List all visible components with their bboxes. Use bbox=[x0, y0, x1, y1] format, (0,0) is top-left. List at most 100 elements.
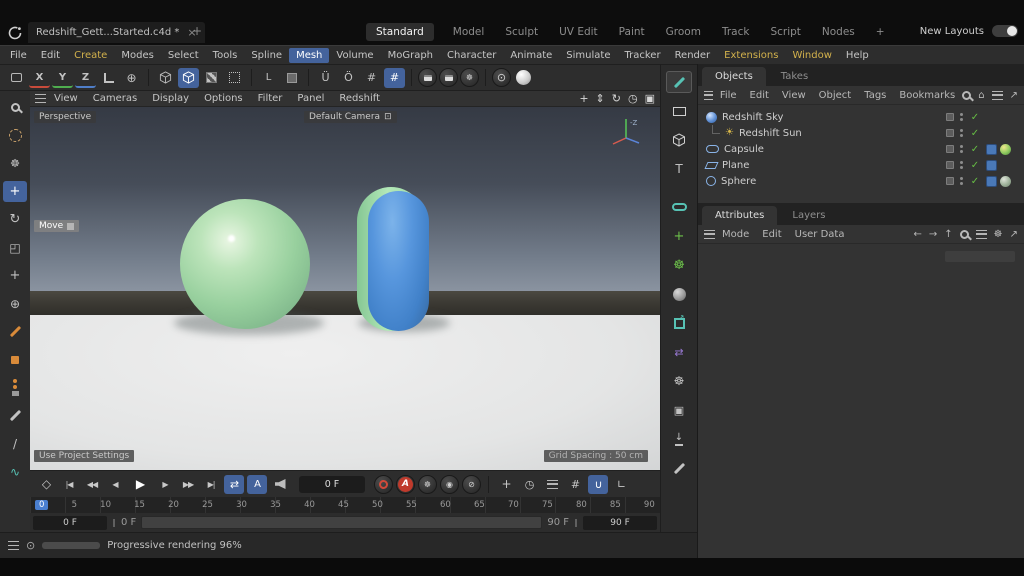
object-row-redshift-sky[interactable]: Redshift Sky ✓ bbox=[698, 109, 1024, 125]
vp-menu-cameras[interactable]: Cameras bbox=[86, 92, 144, 105]
filter-icon[interactable] bbox=[992, 91, 1003, 100]
enabled-check-icon[interactable]: ✓ bbox=[969, 144, 981, 155]
snap-mode-button[interactable]: Ö bbox=[338, 68, 359, 88]
object-row-capsule[interactable]: Capsule ✓ bbox=[698, 141, 1024, 157]
timeline-ruler[interactable]: 0 5 10 15 20 25 30 35 40 45 50 55 60 65 … bbox=[30, 497, 660, 513]
brush-tool-button[interactable] bbox=[3, 405, 27, 426]
record-button[interactable] bbox=[374, 475, 393, 494]
vp-menu-view[interactable]: View bbox=[47, 92, 85, 105]
goto-end-button[interactable]: ▶| bbox=[201, 475, 221, 494]
obj-menu-view[interactable]: View bbox=[776, 89, 812, 102]
project-settings-label[interactable]: Use Project Settings bbox=[34, 450, 134, 462]
object-row-plane[interactable]: Plane ✓ bbox=[698, 157, 1024, 173]
menu-volume[interactable]: Volume bbox=[329, 48, 380, 63]
current-frame-marker[interactable]: 0 bbox=[35, 500, 48, 510]
search-icon[interactable] bbox=[962, 91, 971, 100]
new-layouts-label[interactable]: New Layouts bbox=[920, 26, 984, 37]
render-status-icon[interactable]: ⊙ bbox=[26, 539, 35, 552]
tab-takes[interactable]: Takes bbox=[768, 67, 821, 86]
next-key-button[interactable]: ▶▶ bbox=[178, 475, 198, 494]
new-document-tab-button[interactable]: + bbox=[192, 24, 202, 38]
dolly-view-icon[interactable]: ⇕ bbox=[596, 92, 605, 105]
tab-layers[interactable]: Layers bbox=[779, 206, 838, 225]
corner-ruler-button[interactable]: ∟ bbox=[611, 475, 631, 494]
popout-icon[interactable]: ↗ bbox=[1010, 90, 1018, 101]
range-end-field[interactable]: 90 F bbox=[583, 516, 657, 530]
render-settings-button[interactable]: ☸ bbox=[460, 68, 479, 87]
visibility-dots[interactable] bbox=[959, 161, 964, 169]
search-icon[interactable] bbox=[960, 230, 969, 239]
goto-start-button[interactable]: |◀ bbox=[59, 475, 79, 494]
vp-menu-filter[interactable]: Filter bbox=[251, 92, 290, 105]
toggle-view-icon[interactable]: ▣ bbox=[645, 92, 655, 105]
tab-objects[interactable]: Objects bbox=[702, 67, 766, 86]
layer-square-icon[interactable] bbox=[946, 145, 954, 153]
menu-mograph[interactable]: MoGraph bbox=[381, 48, 440, 63]
clock-icon[interactable]: ◷ bbox=[628, 92, 638, 105]
object-menu-icon[interactable] bbox=[704, 91, 713, 100]
coordinate-system-button[interactable]: ⊕ bbox=[121, 68, 142, 88]
play-sound-button[interactable] bbox=[270, 475, 290, 494]
tab-attributes[interactable]: Attributes bbox=[702, 206, 777, 225]
prev-frame-button[interactable]: ◀ bbox=[105, 475, 125, 494]
new-layouts-toggle[interactable] bbox=[992, 25, 1018, 37]
menu-animate[interactable]: Animate bbox=[503, 48, 559, 63]
menu-extensions[interactable]: Extensions bbox=[717, 48, 785, 63]
viewport-layout-button[interactable] bbox=[6, 68, 27, 88]
layout-tab-standard[interactable]: Standard bbox=[366, 23, 434, 41]
filter-icon[interactable] bbox=[976, 230, 987, 239]
range-start-field[interactable]: 0 F bbox=[33, 516, 107, 530]
view-name-label[interactable]: Perspective bbox=[34, 111, 96, 123]
axis-z-lock-button[interactable]: Z bbox=[75, 68, 96, 88]
layout-tab-paint[interactable]: Paint bbox=[617, 23, 647, 41]
object-row-sphere[interactable]: Sphere ✓ bbox=[698, 173, 1024, 189]
attr-menu-edit[interactable]: Edit bbox=[756, 228, 787, 241]
document-tab[interactable]: Redshift_Gett...Started.c4d * × bbox=[28, 22, 205, 43]
crosshair-button[interactable]: + bbox=[496, 475, 516, 494]
range-slider-track[interactable] bbox=[141, 516, 542, 529]
keyframe-selection-button[interactable]: ◉ bbox=[440, 475, 459, 494]
layout-tab-nodes[interactable]: Nodes bbox=[820, 23, 857, 41]
menu-simulate[interactable]: Simulate bbox=[559, 48, 617, 63]
range-start-grip[interactable]: ‖ bbox=[112, 518, 116, 527]
orbit-view-icon[interactable]: ↻ bbox=[612, 92, 621, 105]
mograph-tool-button[interactable] bbox=[3, 377, 27, 398]
axis-x-lock-button[interactable]: X bbox=[29, 68, 50, 88]
prev-key-button[interactable]: ◀◀ bbox=[82, 475, 102, 494]
keying-settings-button[interactable]: ☸ bbox=[418, 475, 437, 494]
rectangle-primitive-button[interactable] bbox=[666, 100, 692, 122]
redshift-tag-icon[interactable] bbox=[986, 176, 997, 187]
workplane-button[interactable] bbox=[98, 68, 119, 88]
grid-snap-button[interactable]: # bbox=[361, 68, 382, 88]
pan-view-icon[interactable]: + bbox=[579, 92, 588, 105]
menu-modes[interactable]: Modes bbox=[114, 48, 160, 63]
enabled-check-icon[interactable]: ✓ bbox=[969, 112, 981, 123]
render-view-button[interactable] bbox=[418, 68, 437, 87]
scale-tool-button[interactable]: ◰ bbox=[3, 237, 27, 258]
deformer-button[interactable]: ⇄ bbox=[666, 341, 692, 363]
range-end-grip[interactable]: ‖ bbox=[574, 518, 578, 527]
search-tool-button[interactable] bbox=[3, 97, 27, 118]
blue-capsule-object[interactable] bbox=[368, 191, 429, 331]
layout-tab-script[interactable]: Script bbox=[768, 23, 802, 41]
layer-square-icon[interactable] bbox=[946, 161, 954, 169]
add-layout-tab-button[interactable]: + bbox=[874, 23, 887, 41]
add-generator-button[interactable]: + bbox=[666, 225, 692, 247]
keyframe-mode-button[interactable]: A bbox=[247, 475, 267, 494]
layer-square-icon[interactable] bbox=[946, 177, 954, 185]
keyframe-diamond-icon[interactable]: ◇ bbox=[36, 475, 56, 494]
import-asset-button[interactable]: ↓ bbox=[666, 428, 692, 450]
menu-file[interactable]: File bbox=[3, 48, 34, 63]
ruler-button[interactable]: L bbox=[258, 68, 279, 88]
knife-tool-button[interactable]: / bbox=[3, 433, 27, 454]
enabled-check-icon[interactable]: ✓ bbox=[969, 176, 981, 187]
layer-square-icon[interactable] bbox=[946, 113, 954, 121]
attribute-menu-icon[interactable] bbox=[704, 230, 715, 239]
model-mode-button[interactable] bbox=[178, 68, 199, 88]
interactive-render-button[interactable]: ⊙ bbox=[492, 68, 511, 87]
vp-menu-display[interactable]: Display bbox=[145, 92, 196, 105]
home-icon[interactable]: ⌂ bbox=[978, 90, 984, 101]
material-tag-icon[interactable] bbox=[1000, 176, 1011, 187]
layout-tab-model[interactable]: Model bbox=[451, 23, 487, 41]
obj-menu-file[interactable]: File bbox=[714, 89, 743, 102]
